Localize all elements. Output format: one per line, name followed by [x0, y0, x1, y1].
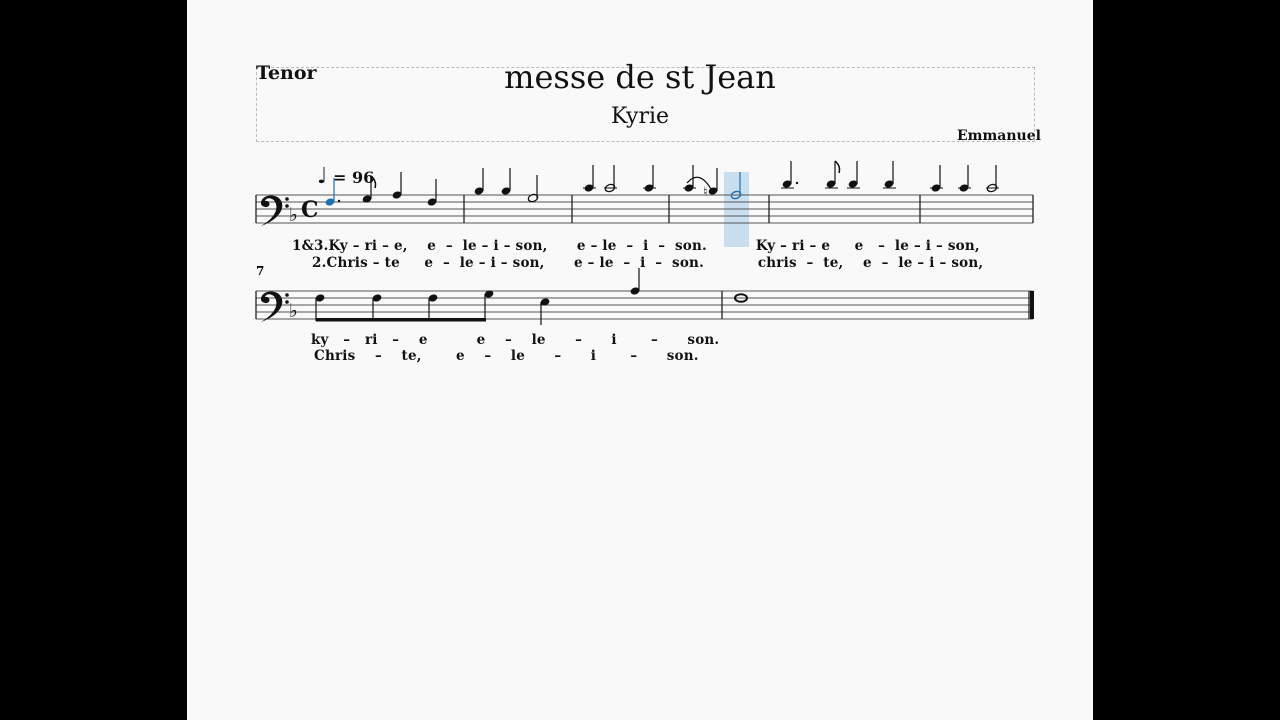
- bass-clef-icon: [261, 195, 289, 226]
- lyrics-system2-verse2: Chris – te, e – le – i – son.: [314, 348, 699, 364]
- common-time-icon: C: [301, 197, 319, 223]
- final-barline: [1030, 291, 1034, 319]
- svg-text:♮: ♮: [703, 185, 708, 200]
- notes-system-1: ♮: [325, 160, 999, 206]
- score-page: Tenor messe de st Jean Kyrie Emmanuel ♩ …: [187, 0, 1093, 720]
- flat-key-signature: ♭: [289, 204, 298, 226]
- lyrics-system1-verse2: 2.Chris – te e – le – i – son, e – le – …: [312, 255, 984, 271]
- lyrics-system2-verse1: ky – ri – e e – le – i – son.: [311, 332, 720, 348]
- flat-key-signature: ♭: [289, 300, 298, 322]
- lyrics-system1-verse1: 1&3.Ky – ri – e, e – le – i – son, e – l…: [292, 238, 980, 254]
- bass-clef-icon: [261, 291, 289, 322]
- staff-system-1: [256, 194, 1033, 224]
- notes-system-2: [315, 268, 748, 325]
